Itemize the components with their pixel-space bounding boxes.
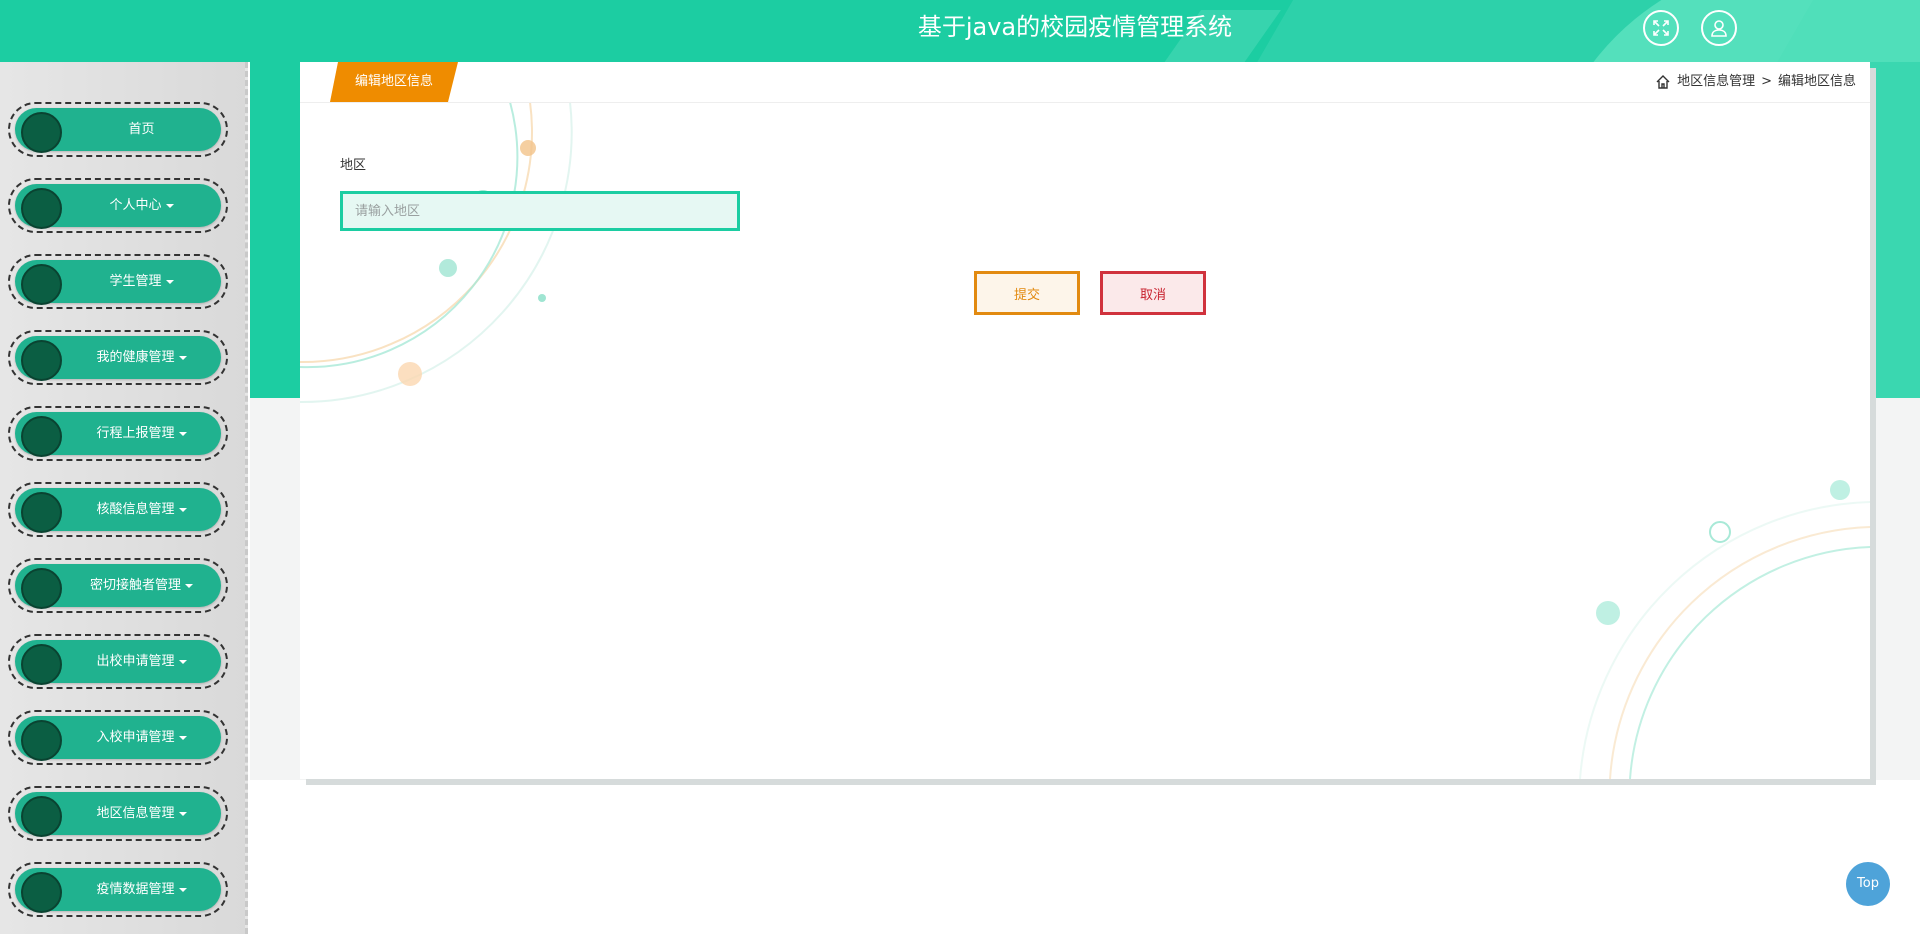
- sidebar-item-bullet: [21, 492, 62, 533]
- sidebar-item-label-wrap: 密切接触者管理: [62, 564, 221, 607]
- sidebar-item-label-wrap: 核酸信息管理: [62, 488, 221, 531]
- page-tab: 编辑地区信息: [330, 62, 458, 102]
- caret-down-icon: [178, 887, 187, 892]
- sidebar-item-label: 个人中心: [109, 198, 162, 213]
- card-header: 编辑地区信息 地区信息管理 > 编辑地区信息: [300, 62, 1870, 103]
- sidebar-item-label-wrap: 疫情数据管理: [62, 868, 221, 911]
- caret-down-icon: [178, 659, 187, 664]
- sidebar-item-label-wrap: 学生管理: [62, 260, 221, 303]
- sidebar-item-label-wrap: 个人中心: [62, 184, 221, 227]
- sidebar-item-label-wrap: 地区信息管理: [62, 792, 221, 835]
- app-title: 基于java的校园疫情管理系统: [917, 13, 1233, 41]
- sidebar-item-label-wrap: 我的健康管理: [62, 336, 221, 379]
- sidebar-item-pill: 疫情数据管理: [15, 868, 221, 913]
- sidebar-item-label-wrap: 出校申请管理: [62, 640, 221, 683]
- region-label: 地区: [340, 158, 367, 173]
- sidebar-item-label-wrap: 首页: [62, 108, 221, 151]
- sidebar-item-label: 首页: [128, 122, 155, 137]
- caret-down-icon: [178, 735, 187, 740]
- caret-down-icon: [178, 811, 187, 816]
- sidebar-item-bullet: [21, 720, 62, 761]
- sidebar-item-pill: 密切接触者管理: [15, 564, 221, 609]
- sidebar-item-pill: 学生管理: [15, 260, 221, 305]
- back-to-top-button[interactable]: Top: [1846, 862, 1890, 906]
- sidebar-item-label: 核酸信息管理: [96, 502, 175, 517]
- sidebar-item-label: 出校申请管理: [96, 654, 175, 669]
- sidebar-item-pill: 行程上报管理: [15, 412, 221, 457]
- sidebar-item-pill: 首页: [15, 108, 221, 153]
- fullscreen-button[interactable]: [1643, 10, 1679, 46]
- sidebar-item-pill: 个人中心: [15, 184, 221, 229]
- top-header: 基于java的校园疫情管理系统: [0, 0, 1920, 62]
- sidebar-item[interactable]: 我的健康管理: [8, 330, 228, 385]
- sidebar-item-bullet: [21, 644, 62, 685]
- sidebar-item-label: 行程上报管理: [96, 426, 175, 441]
- sidebar-item-label: 疫情数据管理: [96, 882, 175, 897]
- sidebar-item[interactable]: 入校申请管理: [8, 710, 228, 765]
- edit-region-card: 编辑地区信息 地区信息管理 > 编辑地区信息 地区 提交 取消: [300, 62, 1870, 779]
- breadcrumb: 地区信息管理 > 编辑地区信息: [1655, 62, 1856, 102]
- sidebar-item-pill: 入校申请管理: [15, 716, 221, 761]
- sidebar-item-bullet: [21, 872, 62, 913]
- sidebar-item-label: 地区信息管理: [96, 806, 175, 821]
- user-button[interactable]: [1701, 10, 1737, 46]
- card-decoration: [300, 101, 1870, 779]
- sidebar: 首页个人中心学生管理我的健康管理 行程上报管理 核酸信息管理 密切接触者管理 出校申请管…: [0, 62, 248, 934]
- sidebar-item-label: 学生管理: [109, 274, 162, 289]
- caret-down-icon: [165, 279, 174, 284]
- sidebar-item-bullet: [21, 112, 62, 153]
- caret-down-icon: [185, 583, 193, 588]
- sidebar-item[interactable]: 地区信息管理: [8, 786, 228, 841]
- sidebar-item-label: 我的健康管理: [96, 350, 175, 365]
- user-icon: [1711, 20, 1727, 37]
- caret-down-icon: [178, 507, 187, 512]
- sidebar-item-pill: 我的健康管理: [15, 336, 221, 381]
- cancel-button[interactable]: 取消: [1100, 271, 1206, 315]
- sidebar-item-pill: 地区信息管理: [15, 792, 221, 837]
- home-icon[interactable]: [1655, 74, 1671, 90]
- caret-down-icon: [178, 355, 187, 360]
- sidebar-item[interactable]: 核酸信息管理: [8, 482, 228, 537]
- breadcrumb-current: 编辑地区信息: [1777, 74, 1856, 89]
- submit-button[interactable]: 提交: [974, 271, 1080, 315]
- caret-down-icon: [165, 203, 174, 208]
- sidebar-item-label: 入校申请管理: [96, 730, 175, 745]
- sidebar-item-label: 密切接触者管理: [89, 578, 181, 593]
- sidebar-item-pill: 出校申请管理: [15, 640, 221, 685]
- breadcrumb-parent[interactable]: 地区信息管理: [1677, 62, 1755, 102]
- sidebar-item-bullet: [21, 568, 62, 609]
- sidebar-item-bullet: [21, 188, 62, 229]
- sidebar-item-bullet: [21, 416, 62, 457]
- sidebar-item-bullet: [21, 796, 62, 837]
- fullscreen-icon: [1653, 20, 1669, 36]
- sidebar-item[interactable]: 出校申请管理: [8, 634, 228, 689]
- sidebar-item-label-wrap: 行程上报管理: [62, 412, 221, 455]
- sidebar-item[interactable]: 学生管理: [8, 254, 228, 309]
- caret-down-icon: [178, 431, 187, 436]
- sidebar-item[interactable]: 密切接触者管理: [8, 558, 228, 613]
- sidebar-item-label-wrap: 入校申请管理: [62, 716, 221, 759]
- sidebar-item-bullet: [21, 264, 62, 305]
- breadcrumb-separator: >: [1761, 74, 1772, 89]
- sidebar-item[interactable]: 个人中心: [8, 178, 228, 233]
- sidebar-item-pill: 核酸信息管理: [15, 488, 221, 533]
- sidebar-item[interactable]: 行程上报管理: [8, 406, 228, 461]
- region-input[interactable]: [340, 191, 740, 231]
- sidebar-item[interactable]: 首页: [8, 102, 228, 157]
- sidebar-item-bullet: [21, 340, 62, 381]
- sidebar-item[interactable]: 疫情数据管理: [8, 862, 228, 917]
